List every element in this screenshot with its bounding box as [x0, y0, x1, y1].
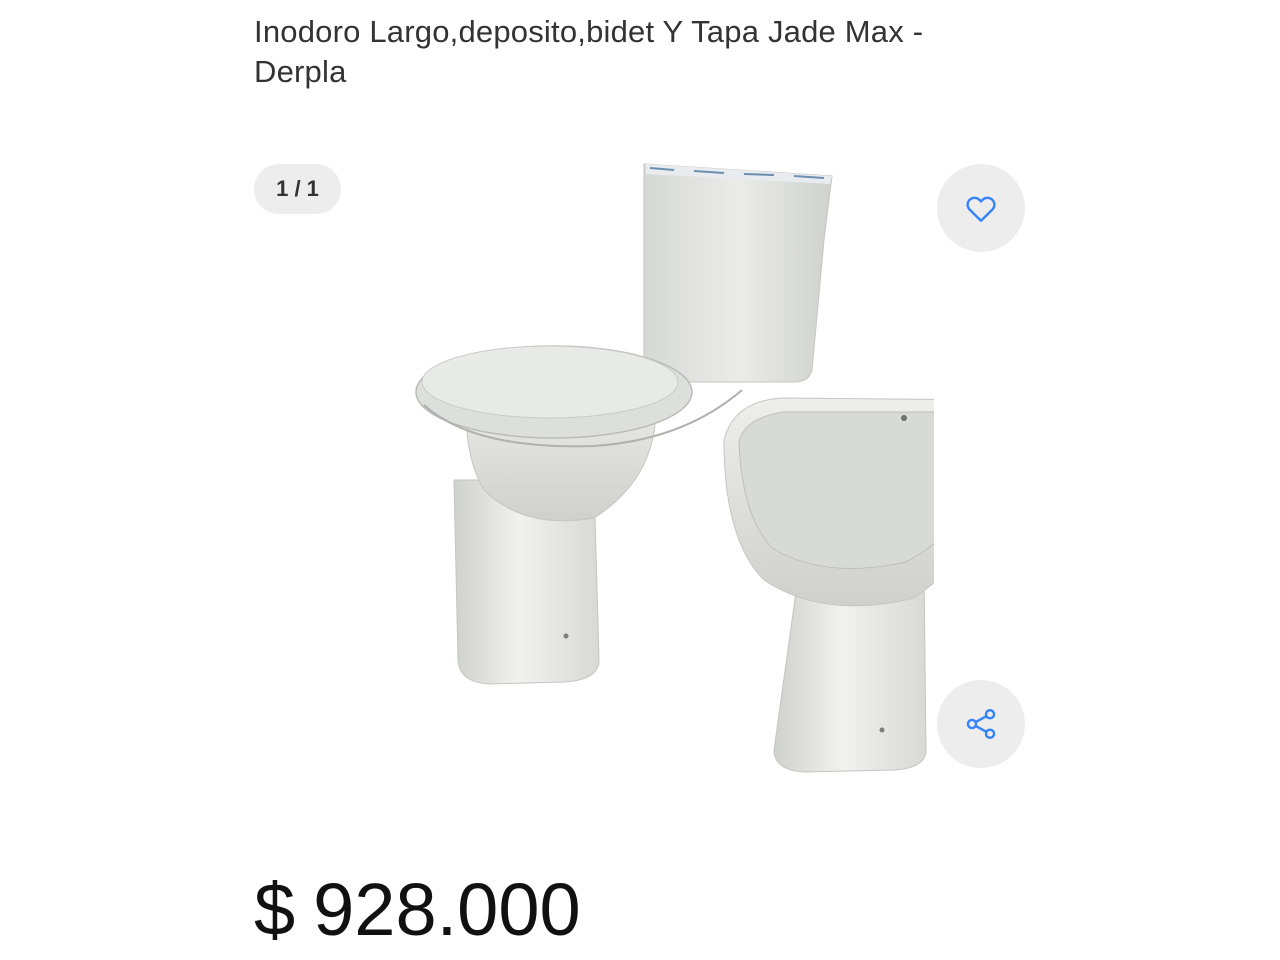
pedestal-bolt — [563, 633, 569, 639]
price-currency: $ — [254, 868, 296, 951]
toilet-tank — [643, 163, 833, 383]
product-price: $928.000 — [254, 862, 581, 958]
share-button[interactable] — [937, 680, 1025, 768]
favorite-button[interactable] — [937, 164, 1025, 252]
bidet-tap-hole — [901, 415, 907, 421]
product-gallery: 1 / 1 — [254, 150, 1026, 790]
product-page: Inodoro Largo,deposito,bidet Y Tapa Jade… — [0, 0, 1280, 960]
share-icon — [966, 708, 996, 740]
product-title: Inodoro Largo,deposito,bidet Y Tapa Jade… — [254, 14, 924, 89]
heart-icon — [966, 196, 996, 222]
bidet-bolt — [879, 727, 885, 733]
price-amount: 928.000 — [313, 868, 581, 951]
image-counter: 1 / 1 — [254, 164, 341, 214]
product-image[interactable] — [354, 150, 934, 790]
